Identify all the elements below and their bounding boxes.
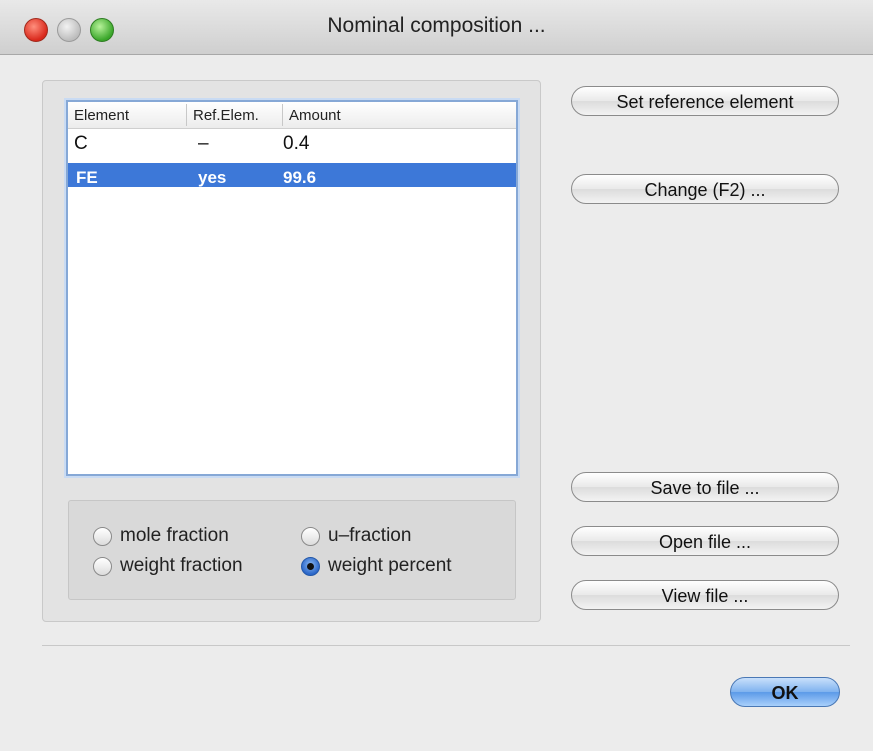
ok-button[interactable]: OK — [730, 677, 840, 707]
column-header-amount[interactable]: Amount — [289, 107, 341, 124]
radio-label-u-fraction: u–fraction — [328, 525, 412, 546]
radio-button-mole-fraction[interactable] — [93, 526, 112, 546]
column-separator — [282, 104, 283, 126]
radio-weight-fraction[interactable]: weight fraction — [93, 555, 243, 577]
composition-table[interactable]: Element Ref.Elem. Amount C – 0.4 FE yes … — [66, 100, 518, 476]
nominal-composition-window: Nominal composition ... Element Ref.Elem… — [0, 0, 873, 751]
radio-weight-percent[interactable]: weight percent — [301, 555, 452, 577]
cell-element: C — [74, 133, 88, 154]
change-button[interactable]: Change (F2) ... — [571, 174, 839, 204]
radio-button-u-fraction[interactable] — [301, 526, 320, 546]
radio-label-mole-fraction: mole fraction — [120, 525, 229, 546]
table-header: Element Ref.Elem. Amount — [68, 102, 516, 129]
cell-ref-elem: – — [198, 133, 209, 154]
window-title: Nominal composition ... — [327, 14, 546, 37]
cell-element: FE — [76, 168, 98, 187]
cell-ref-elem: yes — [198, 168, 227, 187]
column-header-ref-elem[interactable]: Ref.Elem. — [193, 107, 259, 124]
column-header-element[interactable]: Element — [74, 107, 129, 124]
table-row-selected[interactable]: FE yes 99.6 — [68, 163, 516, 187]
table-row[interactable]: C – 0.4 — [68, 131, 516, 155]
radio-label-weight-percent: weight percent — [328, 555, 452, 576]
divider — [42, 645, 850, 646]
cell-amount: 99.6 — [283, 168, 317, 187]
open-file-button[interactable]: Open file ... — [571, 526, 839, 556]
radio-label-weight-fraction: weight fraction — [120, 555, 243, 576]
radio-button-weight-percent[interactable] — [301, 556, 320, 576]
save-to-file-button[interactable]: Save to file ... — [571, 472, 839, 502]
title-bar[interactable]: Nominal composition ... — [0, 0, 873, 55]
radio-mole-fraction[interactable]: mole fraction — [93, 525, 229, 547]
radio-u-fraction[interactable]: u–fraction — [301, 525, 411, 547]
column-separator — [186, 104, 187, 126]
unit-radio-group: mole fraction u–fraction weight fraction… — [68, 500, 516, 600]
set-reference-element-button[interactable]: Set reference element — [571, 86, 839, 116]
view-file-button[interactable]: View file ... — [571, 580, 839, 610]
radio-button-weight-fraction[interactable] — [93, 556, 112, 576]
cell-amount: 0.4 — [283, 133, 310, 154]
